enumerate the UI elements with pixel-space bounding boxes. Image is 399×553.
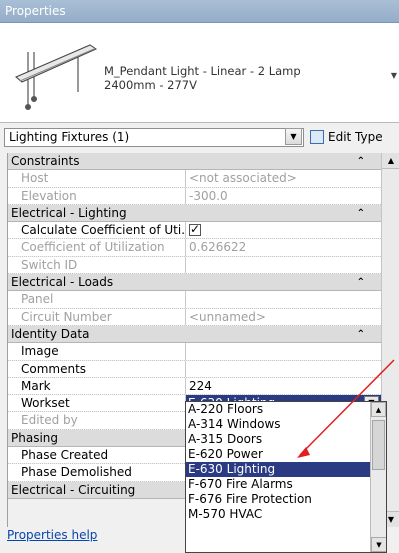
dropdown-option-selected[interactable]: E-630 Lighting xyxy=(186,462,386,477)
property-name: Image xyxy=(8,343,186,360)
property-row: Host <not associated> xyxy=(8,170,381,188)
category-filter-combo[interactable]: Lighting Fixtures (1) xyxy=(4,128,304,147)
type-name-line1: M_Pendant Light - Linear - 2 Lamp xyxy=(104,64,301,78)
property-name: Mark xyxy=(8,377,186,395)
group-constraints[interactable]: Constraints ⌃ xyxy=(8,153,381,171)
group-label: Identity Data xyxy=(11,326,90,341)
dropdown-option[interactable]: M-570 HVAC xyxy=(186,507,386,522)
group-identity-data[interactable]: Identity Data ⌃ xyxy=(8,325,381,344)
property-name: Circuit Number xyxy=(8,308,186,325)
dropdown-scrollbar[interactable]: ▲ ▼ xyxy=(370,402,386,552)
property-row: Comments xyxy=(8,360,381,378)
dropdown-option[interactable]: A-315 Doors xyxy=(186,432,386,447)
edit-type-button[interactable]: Edit Type xyxy=(310,128,383,148)
property-value xyxy=(186,222,381,239)
type-name: M_Pendant Light - Linear - 2 Lamp 2400mm… xyxy=(104,64,374,92)
group-label: Electrical - Lighting xyxy=(11,205,127,220)
type-selector-dropdown-icon[interactable]: ▼ xyxy=(391,71,397,80)
dropdown-option[interactable]: E-620 Power xyxy=(186,447,386,462)
properties-title-bar[interactable]: Properties xyxy=(0,0,399,23)
property-value xyxy=(186,256,381,274)
scroll-up-icon[interactable]: ▲ xyxy=(371,402,386,417)
group-label: Phasing xyxy=(11,430,59,445)
property-name: Calculate Coefficient of Uti... xyxy=(8,222,186,239)
dropdown-option[interactable]: F-676 Fire Protection xyxy=(186,492,386,507)
type-name-line2: 2400mm - 277V xyxy=(104,78,197,92)
property-name: Edited by xyxy=(8,412,186,429)
category-filter-row: Lighting Fixtures (1) ▼ Edit Type xyxy=(0,124,399,152)
property-name: Switch ID xyxy=(8,256,186,274)
property-row: Switch ID xyxy=(8,256,381,275)
dropdown-option[interactable]: A-314 Windows xyxy=(186,417,386,432)
image-value-field[interactable] xyxy=(186,343,381,360)
property-name: Comments xyxy=(8,360,186,377)
mark-value-field[interactable]: 224 xyxy=(186,377,381,395)
property-row: Elevation -300.0 xyxy=(8,187,381,205)
group-label: Constraints xyxy=(11,154,80,168)
property-value: 0.626622 xyxy=(186,239,381,256)
workset-dropdown-list[interactable]: A-220 Floors A-314 Windows A-315 Doors E… xyxy=(185,401,387,553)
calculate-cu-checkbox[interactable] xyxy=(189,222,201,238)
edit-type-label: Edit Type xyxy=(328,130,383,144)
group-electrical-loads[interactable]: Electrical - Loads ⌃ xyxy=(8,274,381,292)
pendant-light-thumbnail xyxy=(15,44,98,110)
group-label: Electrical - Loads xyxy=(11,275,114,290)
collapse-icon[interactable]: ⌃ xyxy=(357,274,365,291)
property-value: -300.0 xyxy=(186,187,381,204)
group-electrical-lighting[interactable]: Electrical - Lighting ⌃ xyxy=(8,204,381,223)
collapse-icon[interactable]: ⌃ xyxy=(357,326,365,343)
property-name: Phase Demolished xyxy=(8,464,186,481)
property-value: <not associated> xyxy=(186,170,381,187)
property-value: <unnamed> xyxy=(186,308,381,325)
type-selector[interactable]: M_Pendant Light - Linear - 2 Lamp 2400mm… xyxy=(0,23,399,123)
dropdown-option[interactable]: F-670 Fire Alarms xyxy=(186,477,386,492)
property-row: Panel xyxy=(8,291,381,309)
group-label: Electrical - Circuiting xyxy=(11,482,136,497)
scroll-thumb[interactable] xyxy=(372,420,385,470)
edit-type-icon xyxy=(310,130,324,144)
collapse-icon[interactable]: ⌃ xyxy=(357,205,365,222)
property-row: Calculate Coefficient of Uti... xyxy=(8,222,381,240)
window-title: Properties xyxy=(5,4,66,18)
property-row: Mark 224 xyxy=(8,377,381,396)
property-name: Host xyxy=(8,170,186,187)
property-name: Workset xyxy=(8,395,186,412)
property-name: Phase Created xyxy=(8,447,186,464)
property-value xyxy=(186,291,381,308)
dropdown-option[interactable]: A-220 Floors xyxy=(186,402,386,417)
chevron-down-icon[interactable]: ▼ xyxy=(285,128,302,145)
comments-value-field[interactable] xyxy=(186,360,381,377)
property-row: Coefficient of Utilization 0.626622 xyxy=(8,239,381,257)
collapse-icon[interactable]: ⌃ xyxy=(357,153,365,170)
property-row: Image xyxy=(8,343,381,361)
property-name: Elevation xyxy=(8,187,186,204)
properties-help-link[interactable]: Properties help xyxy=(7,528,97,546)
scroll-down-icon[interactable]: ▼ xyxy=(371,537,386,552)
property-name: Panel xyxy=(8,291,186,308)
property-name: Coefficient of Utilization xyxy=(8,239,186,256)
scroll-up-icon[interactable]: ▲ xyxy=(382,153,399,169)
property-row: Circuit Number <unnamed> xyxy=(8,308,381,326)
